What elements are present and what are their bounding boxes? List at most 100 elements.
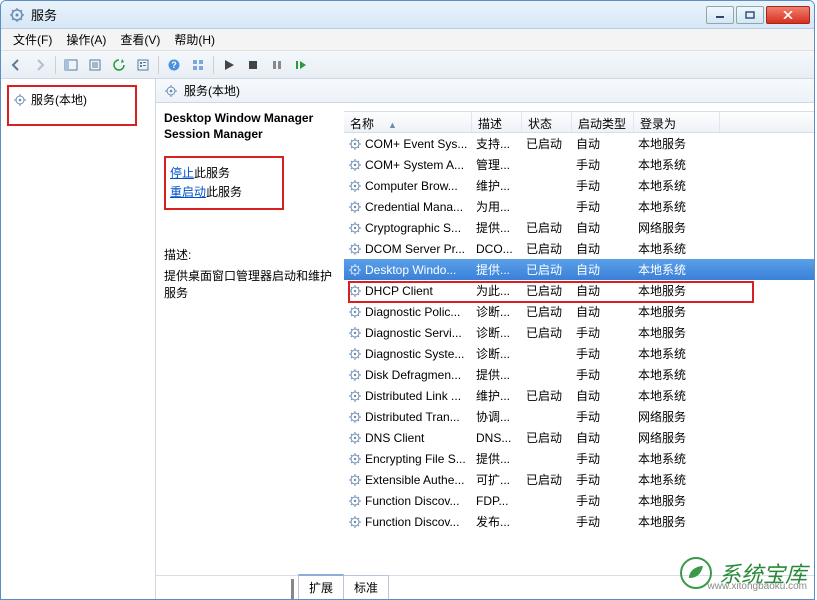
col-header-start[interactable]: 启动类型 xyxy=(572,112,634,132)
back-button[interactable] xyxy=(5,54,27,76)
table-row[interactable]: Function Discov...FDP...手动本地服务 xyxy=(344,490,814,511)
cell-start: 手动 xyxy=(572,471,634,488)
cell-start: 自动 xyxy=(572,303,634,320)
col-header-status[interactable]: 状态 xyxy=(522,112,572,132)
content-area: 服务(本地) 服务(本地) Desktop Window Manager Ses… xyxy=(1,79,814,599)
stop-link[interactable]: 停止 xyxy=(170,166,194,180)
stop-suffix: 此服务 xyxy=(194,166,230,180)
cell-logon: 本地系统 xyxy=(634,240,720,257)
restart-suffix: 此服务 xyxy=(206,185,242,199)
cell-desc: 提供... xyxy=(472,450,522,467)
gear-icon xyxy=(13,93,27,107)
table-row[interactable]: Computer Brow...维护...手动本地系统 xyxy=(344,175,814,196)
cell-desc: 为用... xyxy=(472,198,522,215)
table-row[interactable]: DHCP Client为此...已启动自动本地服务 xyxy=(344,280,814,301)
table-row[interactable]: Distributed Link ...维护...已启动自动本地系统 xyxy=(344,385,814,406)
table-row[interactable]: Diagnostic Servi...诊断...已启动手动本地服务 xyxy=(344,322,814,343)
cell-name: COM+ Event Sys... xyxy=(344,137,472,151)
table-row[interactable]: Encrypting File S...提供...手动本地系统 xyxy=(344,448,814,469)
menu-file[interactable]: 文件(F) xyxy=(7,29,58,50)
table-row[interactable]: Credential Mana...为用...手动本地系统 xyxy=(344,196,814,217)
cell-status: 已启动 xyxy=(522,429,572,446)
services-window: 服务 文件(F) 操作(A) 查看(V) 帮助(H) ? xyxy=(0,0,815,600)
table-row[interactable]: Extensible Authe...可扩...已启动手动本地系统 xyxy=(344,469,814,490)
cell-name: Extensible Authe... xyxy=(344,473,472,487)
cell-start: 手动 xyxy=(572,177,634,194)
help-button[interactable]: ? xyxy=(163,54,185,76)
svg-text:?: ? xyxy=(171,60,177,70)
cell-status: 已启动 xyxy=(522,219,572,236)
cell-start: 手动 xyxy=(572,345,634,362)
cell-name: DCOM Server Pr... xyxy=(344,242,472,256)
cell-desc: 提供... xyxy=(472,261,522,278)
tile-button[interactable] xyxy=(187,54,209,76)
table-row[interactable]: Disk Defragmen...提供...手动本地系统 xyxy=(344,364,814,385)
table-row[interactable]: DNS ClientDNS...已启动自动网络服务 xyxy=(344,427,814,448)
cell-desc: 维护... xyxy=(472,177,522,194)
cell-logon: 本地服务 xyxy=(634,282,720,299)
tree-pane: 服务(本地) xyxy=(1,79,156,599)
export-button[interactable] xyxy=(84,54,106,76)
cell-start: 手动 xyxy=(572,513,634,530)
tab-extended[interactable]: 扩展 xyxy=(298,574,344,599)
restart-button[interactable] xyxy=(290,54,312,76)
table-row[interactable]: Distributed Tran...协调...手动网络服务 xyxy=(344,406,814,427)
table-row[interactable]: Function Discov...发布...手动本地服务 xyxy=(344,511,814,532)
table-row[interactable]: Desktop Windo...提供...已启动自动本地系统 xyxy=(344,259,814,280)
col-header-desc[interactable]: 描述 xyxy=(472,112,522,132)
menu-action[interactable]: 操作(A) xyxy=(60,29,112,50)
maximize-button[interactable] xyxy=(736,6,764,24)
table-row[interactable]: COM+ Event Sys...支持...已启动自动本地服务 xyxy=(344,133,814,154)
menu-help[interactable]: 帮助(H) xyxy=(168,29,221,50)
table-row[interactable]: Diagnostic Polic...诊断...已启动自动本地服务 xyxy=(344,301,814,322)
cell-start: 手动 xyxy=(572,198,634,215)
panel-icon xyxy=(64,58,78,72)
annotation-box-actions: 停止此服务 重启动此服务 xyxy=(164,156,284,210)
properties-button[interactable] xyxy=(132,54,154,76)
cell-desc: DNS... xyxy=(472,431,522,445)
close-button[interactable] xyxy=(766,6,810,24)
cell-desc: 维护... xyxy=(472,387,522,404)
cell-logon: 本地服务 xyxy=(634,513,720,530)
maximize-icon xyxy=(745,11,755,19)
col-header-logon[interactable]: 登录为 xyxy=(634,112,720,132)
description-text: 提供桌面窗口管理器启动和维护服务 xyxy=(164,267,338,301)
cell-desc: 发布... xyxy=(472,513,522,530)
start-button[interactable] xyxy=(218,54,240,76)
col-header-name[interactable]: 名称▲ xyxy=(344,112,472,132)
toolbar: ? xyxy=(1,51,814,79)
forward-button[interactable] xyxy=(29,54,51,76)
pause-button[interactable] xyxy=(266,54,288,76)
pane-header: 服务(本地) xyxy=(156,79,814,103)
tree-root-item[interactable]: 服务(本地) xyxy=(11,89,131,110)
cell-logon: 本地系统 xyxy=(634,156,720,173)
back-icon xyxy=(9,58,23,72)
cell-logon: 本地服务 xyxy=(634,324,720,341)
properties-icon xyxy=(136,58,150,72)
stop-button[interactable] xyxy=(242,54,264,76)
minimize-button[interactable] xyxy=(706,6,734,24)
cell-name: Encrypting File S... xyxy=(344,452,472,466)
play-icon xyxy=(223,59,235,71)
cell-desc: 管理... xyxy=(472,156,522,173)
table-row[interactable]: Cryptographic S...提供...已启动自动网络服务 xyxy=(344,217,814,238)
help-icon: ? xyxy=(167,58,181,72)
cell-status: 已启动 xyxy=(522,135,572,152)
cell-desc: 协调... xyxy=(472,408,522,425)
cell-name: DNS Client xyxy=(344,431,472,445)
tree-root-label: 服务(本地) xyxy=(31,91,87,108)
refresh-button[interactable] xyxy=(108,54,130,76)
restart-link[interactable]: 重启动 xyxy=(170,185,206,199)
show-hide-tree-button[interactable] xyxy=(60,54,82,76)
forward-icon xyxy=(33,58,47,72)
cell-start: 自动 xyxy=(572,240,634,257)
tab-standard[interactable]: 标准 xyxy=(343,575,389,599)
table-row[interactable]: DCOM Server Pr...DCO...已启动自动本地系统 xyxy=(344,238,814,259)
cell-name: Computer Brow... xyxy=(344,179,472,193)
table-row[interactable]: COM+ System A...管理...手动本地系统 xyxy=(344,154,814,175)
menu-view[interactable]: 查看(V) xyxy=(114,29,166,50)
minimize-icon xyxy=(715,11,725,19)
table-row[interactable]: Diagnostic Syste...诊断...手动本地系统 xyxy=(344,343,814,364)
annotation-box-tree: 服务(本地) xyxy=(7,85,137,126)
titlebar[interactable]: 服务 xyxy=(1,1,814,29)
